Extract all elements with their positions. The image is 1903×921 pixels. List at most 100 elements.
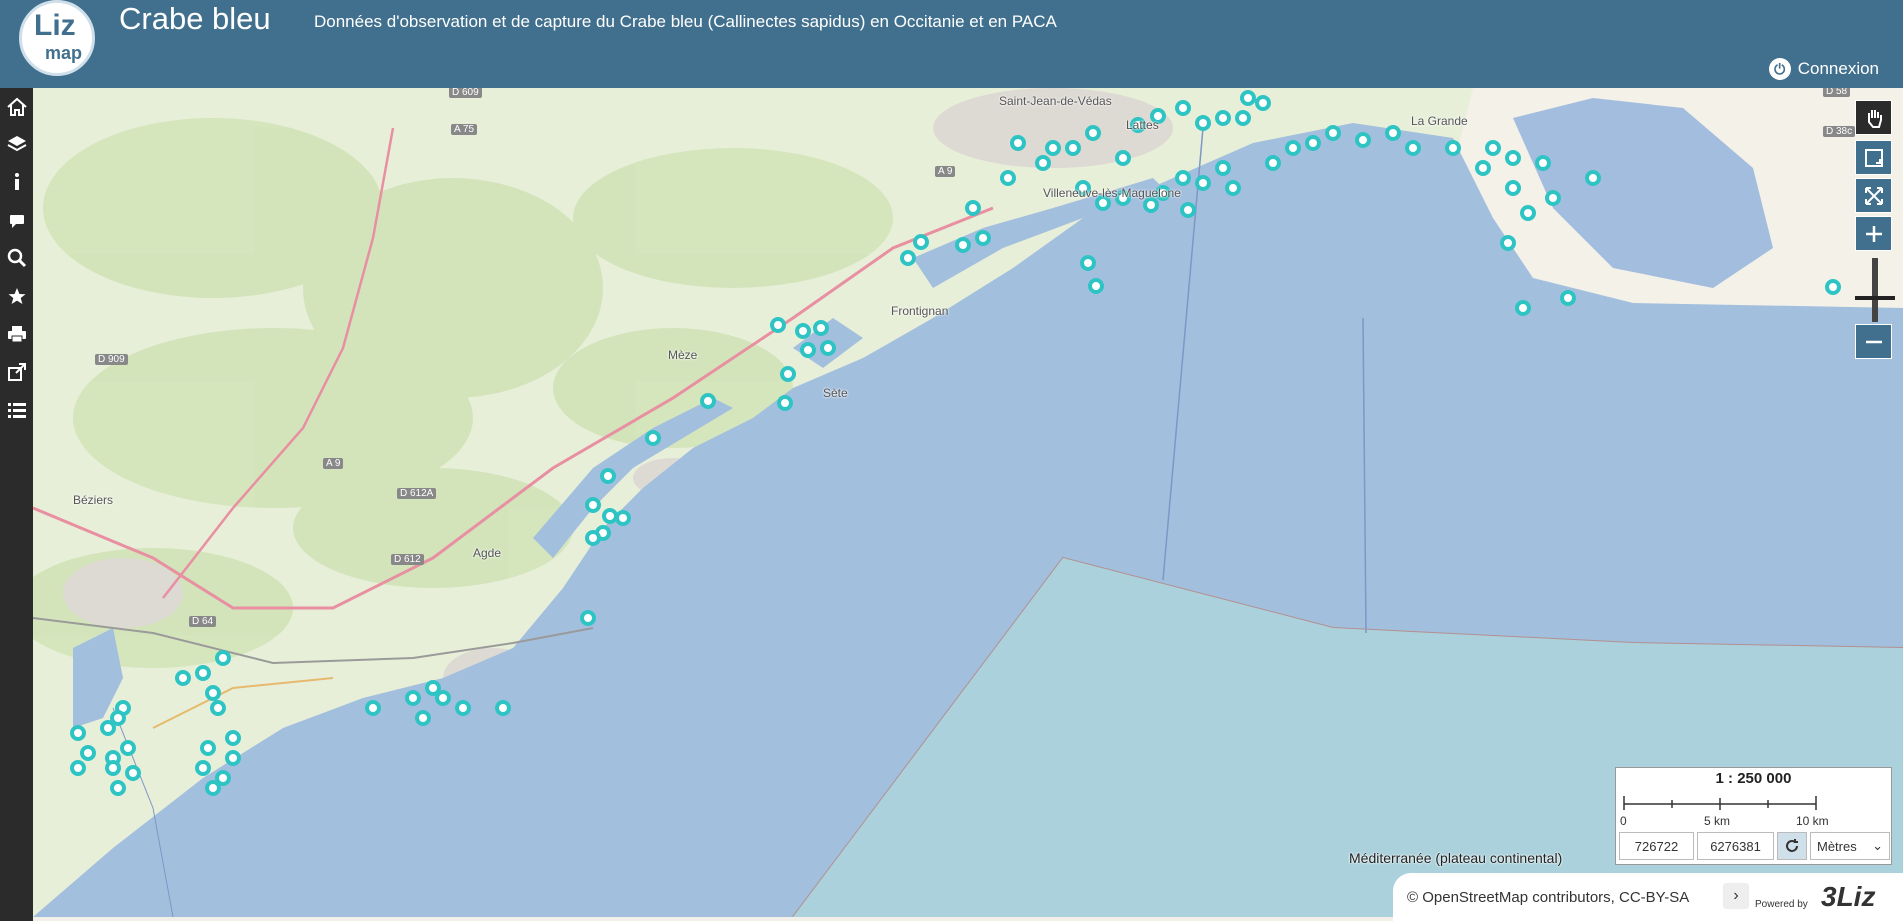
observation-point[interactable] <box>645 430 661 446</box>
observation-point[interactable] <box>80 745 96 761</box>
observation-point[interactable] <box>1000 170 1016 186</box>
observation-point[interactable] <box>1240 90 1256 106</box>
osm-attribution[interactable]: © OpenStreetMap contributors, CC-BY-SA <box>1407 889 1689 906</box>
observation-point[interactable] <box>1545 190 1561 206</box>
observation-point[interactable] <box>1080 255 1096 271</box>
observation-point[interactable] <box>405 690 421 706</box>
3liz-logo[interactable]: 3Liz <box>1821 881 1875 913</box>
observation-point[interactable] <box>1515 300 1531 316</box>
observation-point[interactable] <box>770 317 786 333</box>
observation-point[interactable] <box>900 250 916 266</box>
observation-point[interactable] <box>425 680 441 696</box>
observation-point[interactable] <box>1585 170 1601 186</box>
attribution-toggle[interactable]: › <box>1723 883 1749 909</box>
observation-point[interactable] <box>110 780 126 796</box>
unit-select[interactable]: Mètres ⌄ <box>1810 832 1890 860</box>
observation-point[interactable] <box>1215 110 1231 126</box>
layers-icon[interactable] <box>0 128 33 160</box>
observation-point[interactable] <box>1195 175 1211 191</box>
observation-point[interactable] <box>965 200 981 216</box>
extent-icon[interactable] <box>1855 178 1892 213</box>
observation-point[interactable] <box>435 690 451 706</box>
observation-point[interactable] <box>415 710 431 726</box>
observation-point[interactable] <box>602 508 618 524</box>
observation-point[interactable] <box>1215 160 1231 176</box>
observation-point[interactable] <box>1255 95 1271 111</box>
observation-point[interactable] <box>205 685 221 701</box>
observation-point[interactable] <box>455 700 471 716</box>
observation-point[interactable] <box>1535 155 1551 171</box>
observation-point[interactable] <box>1445 140 1461 156</box>
observation-point[interactable] <box>1265 155 1281 171</box>
zoom-box-icon[interactable] <box>1855 140 1892 175</box>
observation-point[interactable] <box>125 765 141 781</box>
observation-point[interactable] <box>1085 125 1101 141</box>
observation-point[interactable] <box>1325 125 1341 141</box>
observation-point[interactable] <box>1485 140 1501 156</box>
observation-point[interactable] <box>1305 135 1321 151</box>
observation-point[interactable] <box>1505 180 1521 196</box>
refresh-icon[interactable] <box>1777 832 1807 860</box>
observation-point[interactable] <box>495 700 511 716</box>
login-button[interactable]: ⏻ Connexion <box>1768 58 1879 80</box>
observation-point[interactable] <box>1088 278 1104 294</box>
observation-point[interactable] <box>210 700 226 716</box>
observation-point[interactable] <box>205 780 221 796</box>
observation-point[interactable] <box>585 530 601 546</box>
observation-point[interactable] <box>585 497 601 513</box>
observation-point[interactable] <box>225 750 241 766</box>
observation-point[interactable] <box>1825 279 1841 295</box>
observation-point[interactable] <box>1285 140 1301 156</box>
observation-point[interactable] <box>1475 160 1491 176</box>
observation-point[interactable] <box>215 650 231 666</box>
lizmap-logo[interactable]: Liz map <box>19 0 95 76</box>
observation-point[interactable] <box>195 760 211 776</box>
observation-point[interactable] <box>1045 140 1061 156</box>
observation-point[interactable] <box>1115 150 1131 166</box>
observation-point[interactable] <box>777 395 793 411</box>
observation-point[interactable] <box>955 237 971 253</box>
observation-point[interactable] <box>195 665 211 681</box>
observation-point[interactable] <box>120 740 136 756</box>
hand-icon[interactable] <box>1855 100 1892 135</box>
share-icon[interactable] <box>0 356 33 388</box>
minus-icon[interactable] <box>1855 324 1892 359</box>
observation-point[interactable] <box>795 323 811 339</box>
observation-point[interactable] <box>700 393 716 409</box>
list-icon[interactable] <box>0 394 33 426</box>
observation-point[interactable] <box>1195 115 1211 131</box>
observation-point[interactable] <box>1355 132 1371 148</box>
observation-point[interactable] <box>1385 125 1401 141</box>
observation-point[interactable] <box>1035 155 1051 171</box>
info-icon[interactable] <box>0 166 33 198</box>
observation-point[interactable] <box>70 760 86 776</box>
observation-point[interactable] <box>215 770 231 786</box>
observation-point[interactable] <box>580 610 596 626</box>
observation-point[interactable] <box>100 720 116 736</box>
observation-point[interactable] <box>1505 150 1521 166</box>
observation-point[interactable] <box>1560 290 1576 306</box>
observation-point[interactable] <box>1143 197 1159 213</box>
observation-point[interactable] <box>913 234 929 250</box>
observation-point[interactable] <box>800 342 816 358</box>
observation-point[interactable] <box>1180 202 1196 218</box>
observation-point[interactable] <box>780 366 796 382</box>
home-icon[interactable] <box>0 91 33 123</box>
observation-point[interactable] <box>1010 135 1026 151</box>
observation-point[interactable] <box>975 230 991 246</box>
observation-point[interactable] <box>600 468 616 484</box>
search-icon[interactable] <box>0 242 33 274</box>
observation-point[interactable] <box>813 320 829 336</box>
zoom-slider-handle[interactable] <box>1855 296 1895 300</box>
observation-point[interactable] <box>110 710 126 726</box>
observation-point[interactable] <box>1520 205 1536 221</box>
observation-point[interactable] <box>225 730 241 746</box>
zoom-slider[interactable] <box>1872 258 1878 322</box>
observation-point[interactable] <box>1175 100 1191 116</box>
comment-icon[interactable] <box>0 204 33 236</box>
observation-point[interactable] <box>175 670 191 686</box>
observation-point[interactable] <box>1225 180 1241 196</box>
observation-point[interactable] <box>200 740 216 756</box>
observation-point[interactable] <box>820 340 836 356</box>
observation-point[interactable] <box>105 760 121 776</box>
